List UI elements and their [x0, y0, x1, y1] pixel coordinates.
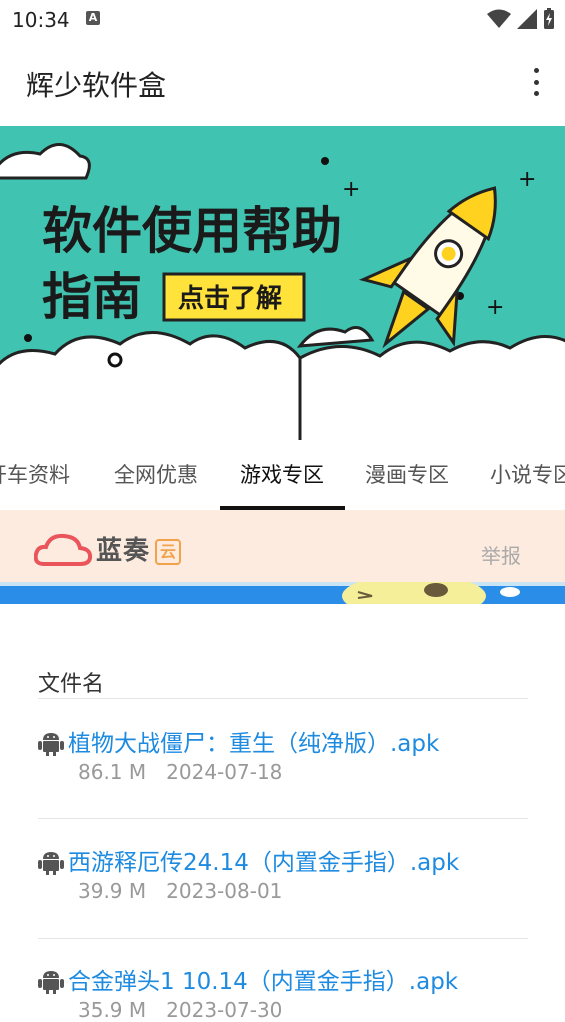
- row-divider: [38, 938, 528, 939]
- banner-line2: 指南: [42, 268, 142, 326]
- file-name-link[interactable]: 西游释厄传24.14（内置金手指）.apk: [68, 843, 459, 877]
- file-date: 2023-08-01: [166, 879, 283, 903]
- android-icon: [38, 971, 64, 994]
- file-size: 35.9 M: [78, 998, 147, 1022]
- tab-quanwang[interactable]: 全网优惠: [114, 440, 198, 510]
- help-guide-banner[interactable]: + + + 软件使用帮助 指南 点击了解: [0, 126, 565, 440]
- file-date: 2023-07-30: [166, 998, 283, 1022]
- lanzou-brand: 蓝奏: [96, 536, 151, 566]
- file-date: 2024-07-18: [166, 760, 283, 784]
- tab-kaiche[interactable]: 开车资料: [0, 440, 70, 510]
- file-meta: 35.9 M 2023-07-30: [78, 998, 302, 1022]
- app-title: 辉少软件盒: [26, 69, 167, 102]
- battery-icon: [544, 8, 554, 29]
- ad-strip-graphic: [0, 582, 565, 604]
- yun-badge: 云: [155, 539, 181, 565]
- banner-illustration: + + + 软件使用帮助 指南 点击了解: [0, 143, 565, 440]
- signal-icon: [517, 9, 537, 29]
- lanzou-header: 蓝奏 举报: [0, 510, 565, 584]
- svg-text:+: +: [342, 177, 360, 202]
- more-options-icon[interactable]: [529, 68, 543, 96]
- category-tabs: 开车资料 全网优惠 游戏专区 漫画专区 小说专区: [0, 440, 565, 511]
- wifi-icon: [487, 9, 511, 28]
- notification-a-icon: A: [86, 11, 100, 25]
- banner-cta[interactable]: 点击了解: [178, 283, 282, 314]
- row-divider: [38, 818, 528, 819]
- status-bar: 10:34 A: [0, 0, 565, 38]
- android-icon: [38, 852, 64, 875]
- svg-text:+: +: [518, 167, 536, 192]
- status-time: 10:34: [12, 8, 70, 32]
- file-name-link[interactable]: 植物大战僵尸：重生（纯净版）.apk: [68, 724, 439, 758]
- file-name-link[interactable]: 合金弹头1 10.14（内置金手指）.apk: [68, 962, 458, 996]
- status-icons: [487, 8, 555, 30]
- file-size: 39.9 M: [78, 879, 147, 903]
- file-meta: 39.9 M 2023-08-01: [78, 879, 302, 903]
- tab-xiaoshuo[interactable]: 小说专区: [490, 440, 565, 510]
- header-divider: [38, 698, 528, 699]
- tab-youxi[interactable]: 游戏专区: [240, 440, 324, 510]
- android-icon: [38, 733, 64, 756]
- ad-strip: [0, 582, 565, 604]
- banner-line1: 软件使用帮助: [42, 202, 342, 260]
- report-link[interactable]: 举报: [481, 540, 521, 569]
- app-bar: 辉少软件盒: [0, 38, 565, 127]
- file-size: 86.1 M: [78, 760, 147, 784]
- svg-text:+: +: [486, 295, 504, 320]
- lanzou-cloud-icon: [34, 533, 92, 566]
- tab-manhua[interactable]: 漫画专区: [365, 440, 449, 510]
- file-meta: 86.1 M 2024-07-18: [78, 760, 302, 784]
- filename-column-header: 文件名: [38, 672, 105, 697]
